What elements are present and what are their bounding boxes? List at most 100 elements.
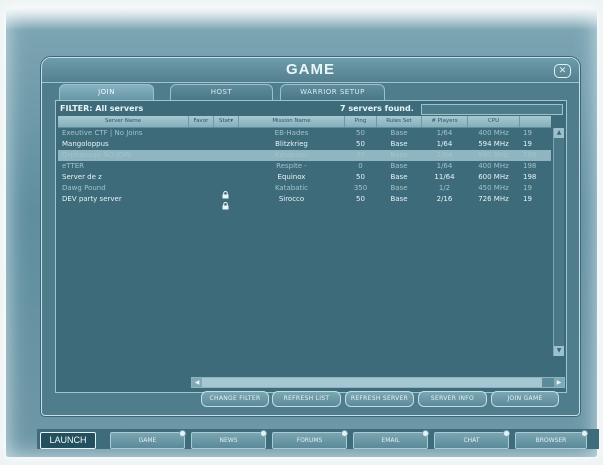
nav-chat-button[interactable]: CHAT <box>434 430 510 449</box>
server-rows: Exeutive CTF | No Joins EB-Hades 50 Base 1/6… <box>58 128 551 231</box>
nav-email-dot-icon <box>422 430 429 437</box>
nav-news-dot-icon <box>260 430 267 437</box>
nav-chat-label: CHAT <box>463 437 480 444</box>
cell-ver: 19 <box>523 195 532 203</box>
column-players[interactable]: # Players <box>422 116 468 127</box>
join-game-button[interactable]: JOIN GAME <box>491 391 559 407</box>
change-filter-button[interactable]: CHANGE FILTER <box>201 391 269 407</box>
column-status-label: Stat <box>219 118 231 124</box>
nav-news-button[interactable]: NEWS <box>191 430 267 449</box>
table-row[interactable]: Dawg Pound Katabatic 350 Base 1/2 450 MHz 19 <box>58 183 551 199</box>
nav-game-button[interactable]: GAME <box>110 430 186 449</box>
refresh-server-button[interactable]: REFRESH SERVER <box>345 391 414 407</box>
column-ping[interactable]: Ping <box>345 116 377 127</box>
cell-name: Dawg Pound <box>62 184 106 192</box>
cell-players: 1/64 <box>436 162 453 170</box>
cell-players: 1/64 <box>436 140 453 148</box>
cell-name: DEV party server <box>62 195 122 203</box>
cell-ver: 198 <box>523 151 537 159</box>
cell-mission: Respite - <box>276 162 307 170</box>
nav-chat-dot-icon <box>503 430 510 437</box>
cell-ping: 0 <box>358 162 363 170</box>
cell-ver: 19 <box>523 184 532 192</box>
table-row[interactable]: Exeutive CTF | No Joins EB-Hades 50 Base 1/6… <box>58 128 551 139</box>
cell-ping: 50 <box>356 129 365 137</box>
nav-browser-dot-icon <box>581 430 588 437</box>
game-window: GAME ✕ JOIN HOST WARRIOR SETUP FILTER: A… <box>41 57 580 416</box>
column-favorite[interactable]: Favor <box>189 116 214 127</box>
cell-mission: Sirocco <box>278 195 305 203</box>
table-row[interactable]: Server de z Equinox 50 Base 11/64 600 MHz 198 <box>58 172 551 183</box>
status-box <box>421 104 563 115</box>
close-icon[interactable]: ✕ <box>554 64 571 78</box>
lock-icon <box>222 184 229 199</box>
nav-game-label: GAME <box>138 437 157 444</box>
cell-players: 1/2 <box>438 184 451 192</box>
cell-rules: Base <box>390 195 408 203</box>
server-info-button[interactable]: SERVER INFO <box>418 391 487 407</box>
scroll-thumb[interactable] <box>202 378 542 387</box>
cell-ping: 350 <box>353 184 368 192</box>
lock-icon <box>222 195 229 210</box>
cell-ping: 50 <box>356 173 365 181</box>
nav-forums-button[interactable]: FORUMS <box>272 430 348 449</box>
column-mission-name[interactable]: Mission Name <box>239 116 345 127</box>
nav-browser-button[interactable]: BROWSER <box>515 430 588 449</box>
nav-forums-label: FORUMS <box>296 437 323 444</box>
scroll-down-icon[interactable]: ▼ <box>554 346 564 356</box>
filter-label: FILTER: All servers <box>60 104 144 113</box>
launch-button[interactable]: LAUNCH <box>40 432 96 449</box>
column-version[interactable] <box>520 116 551 127</box>
table-row[interactable]: Mangoloppus Blitzkrieg 50 Base 1/64 594 MHz 19 <box>58 139 551 150</box>
cell-cpu: 594 MHz <box>478 140 509 148</box>
column-rules-set[interactable]: Rules Set <box>377 116 422 127</box>
table-row[interactable]: DEV party server Sirocco 50 Base 2/16 726 MHz… <box>58 194 551 210</box>
cell-cpu: 400 MHz <box>478 129 509 137</box>
cell-rules: Base <box>390 151 408 159</box>
cell-players: 2/16 <box>436 195 453 203</box>
cell-mission: Katabatic <box>274 151 309 159</box>
tab-join[interactable]: JOIN <box>59 84 154 100</box>
cell-cpu: 450 MHz <box>478 184 509 192</box>
cell-ver: 198 <box>523 173 537 181</box>
window-title: GAME <box>286 61 335 78</box>
cell-rules: Base <box>390 129 408 137</box>
cell-ver: 19 <box>523 140 532 148</box>
tab-warrior-setup[interactable]: WARRIOR SETUP <box>280 84 385 100</box>
nav-email-label: EMAIL <box>381 437 400 444</box>
horizontal-scrollbar[interactable]: ◀ ▶ <box>191 377 565 388</box>
table-row[interactable]: Orphanage NO JOIN Katabatic 30 Base 1/64 990 … <box>58 150 551 161</box>
cell-cpu: 726 MHz <box>478 195 509 203</box>
vertical-scrollbar[interactable]: ▲ ▼ <box>553 128 564 356</box>
refresh-list-button[interactable]: REFRESH LIST <box>272 391 341 407</box>
cell-rules: Base <box>390 140 408 148</box>
cell-mission: Equinox <box>277 173 306 181</box>
scroll-left-icon[interactable]: ◀ <box>192 378 202 387</box>
column-status[interactable]: Stat▾ <box>214 116 239 127</box>
nav-news-label: NEWS <box>219 437 238 444</box>
cell-ping: 50 <box>356 195 365 203</box>
cell-ping: 50 <box>356 140 365 148</box>
cell-name: Orphanage NO JOIN <box>62 151 132 159</box>
scroll-right-icon[interactable]: ▶ <box>554 378 564 387</box>
cell-ver: 19 <box>523 129 532 137</box>
cell-ping: 30 <box>356 151 365 159</box>
cell-mission: Katabatic <box>274 184 309 192</box>
nav-email-button[interactable]: EMAIL <box>353 430 429 449</box>
cell-players: 1/64 <box>436 129 453 137</box>
cell-name: Exeutive CTF | No Joins <box>62 129 143 137</box>
cell-players: 11/64 <box>434 173 455 181</box>
cell-rules: Base <box>390 184 408 192</box>
server-list-panel: FILTER: All servers 7 servers found. Ser… <box>55 100 567 393</box>
cell-name: Mangoloppus <box>62 140 109 148</box>
tab-host[interactable]: HOST <box>170 84 273 100</box>
cell-name: eTTER <box>62 162 85 170</box>
cell-rules: Base <box>390 162 408 170</box>
nav-forums-dot-icon <box>341 430 348 437</box>
table-row[interactable]: eTTER Respite - 0 Base 1/64 400 MHz 198 <box>58 161 551 172</box>
column-cpu[interactable]: CPU <box>468 116 520 127</box>
column-server-name[interactable]: Server Name <box>58 116 189 127</box>
scroll-up-icon[interactable]: ▲ <box>554 128 564 138</box>
table-header: Server Name Favor Stat▾ Mission Name Pin… <box>58 116 551 128</box>
cell-cpu: 990 MHz <box>478 151 509 159</box>
